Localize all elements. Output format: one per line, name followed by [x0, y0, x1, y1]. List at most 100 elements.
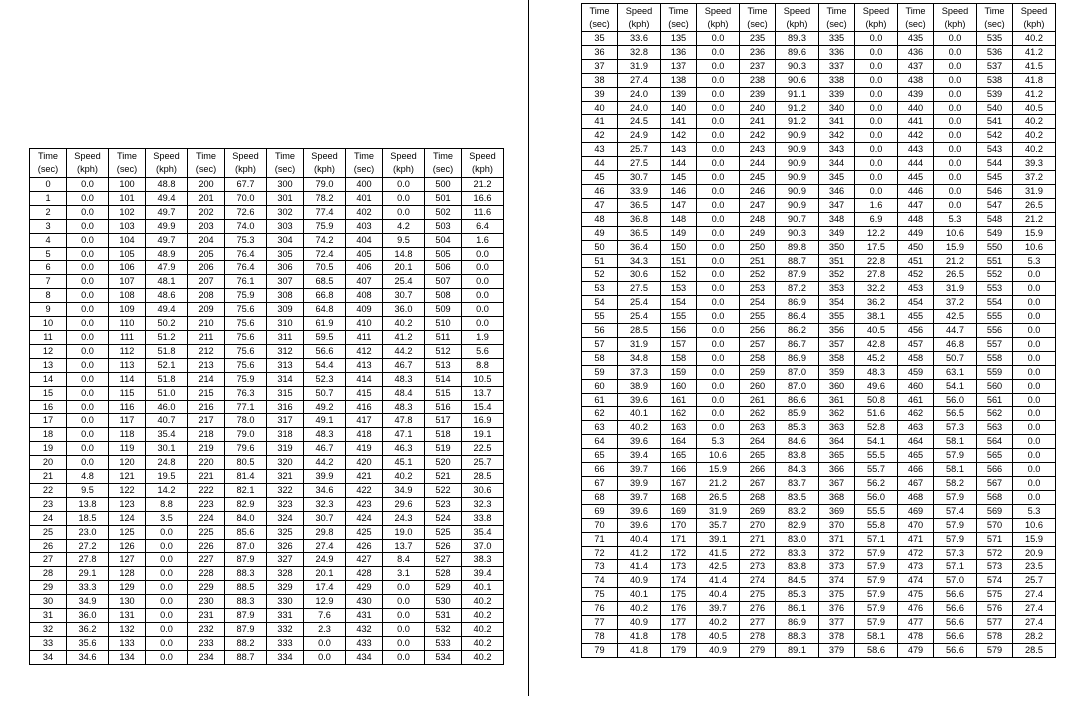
time-cell: 309 — [266, 302, 304, 318]
time-header-label: Time — [195, 151, 217, 161]
time-cell: 552 — [976, 267, 1013, 283]
table-row: 26 27.2 126 0.0 226 87.0 326 27.4 426 13.7 526 37.0 — [29, 538, 504, 554]
speed-cell: 1.9 — [461, 329, 504, 345]
time-cell: 8 — [29, 288, 67, 304]
time-cell: 502 — [424, 204, 462, 220]
speed-cell: 26.5 — [696, 489, 740, 505]
table-row: 48 36.8 148 0.0 248 90.7 348 6.9 448 5.3 548 21.2 — [581, 211, 1056, 227]
speed-cell: 90.6 — [775, 72, 819, 88]
time-cell: 66 — [581, 462, 618, 477]
time-cell: 76 — [581, 601, 618, 617]
speed-cell: 86.2 — [775, 323, 819, 338]
time-cell: 516 — [424, 399, 462, 415]
speed-cell: 23.0 — [66, 524, 109, 540]
speed-cell: 5.3 — [1012, 253, 1056, 269]
speed-cell: 0.0 — [854, 58, 898, 74]
time-cell: 356 — [818, 323, 855, 338]
speed-cell: 83.5 — [775, 489, 819, 505]
speed-cell: 86.9 — [775, 350, 819, 366]
speed-cell: 39.3 — [1012, 156, 1056, 172]
speed-cell: 76.3 — [224, 385, 267, 401]
time-cell: 321 — [266, 469, 304, 484]
speed-cell: 57.4 — [933, 503, 977, 519]
speed-cell: 0.0 — [696, 267, 740, 283]
speed-cell: 34.3 — [617, 253, 661, 269]
time-cell: 413 — [345, 357, 383, 373]
table-row: 0 0.0 100 48.8 200 67.7 300 79.0 400 0.0 500 21.2 — [29, 177, 504, 192]
time-header-unit: (sec) — [37, 164, 59, 174]
speed-cell: 57.3 — [933, 545, 977, 561]
speed-header-unit: (kph) — [786, 18, 808, 29]
speed-cell: 0.0 — [145, 566, 188, 582]
speed-cell: 49.6 — [854, 378, 898, 394]
time-cell: 70 — [581, 517, 618, 533]
speed-cell: 86.9 — [775, 295, 819, 311]
time-cell: 127 — [108, 552, 146, 568]
speed-cell: 27.5 — [617, 156, 661, 172]
time-cell: 265 — [739, 448, 776, 464]
time-cell: 526 — [424, 538, 462, 554]
speed-cell: 30.1 — [145, 441, 188, 457]
speed-cell: 42.5 — [933, 309, 977, 325]
speed-cell: 0.0 — [933, 183, 977, 199]
speed-cell: 41.8 — [617, 642, 661, 658]
time-cell: 364 — [818, 434, 855, 450]
speed-cell: 0.0 — [854, 128, 898, 144]
table-row: 20 0.0 120 24.8 220 80.5 320 44.2 420 45.1 520 25.7 — [29, 455, 504, 471]
time-cell: 448 — [897, 211, 934, 227]
time-cell: 312 — [266, 343, 304, 359]
time-cell: 438 — [897, 72, 934, 88]
speed-cell: 0.0 — [382, 204, 425, 220]
speed-cell: 83.2 — [775, 503, 819, 519]
time-header-label: Time — [37, 151, 59, 161]
speed-cell: 48.6 — [145, 288, 188, 304]
speed-cell: 0.0 — [696, 156, 740, 172]
time-cell: 26 — [29, 538, 67, 554]
table-row: 61 39.6 161 0.0 261 86.6 361 50.8 461 56.0 561 0.0 — [581, 392, 1056, 408]
table-row: 37 31.9 137 0.0 237 90.3 337 0.0 437 0.0 537 41.5 — [581, 58, 1056, 74]
time-cell: 562 — [976, 406, 1013, 422]
speed-cell: 0.0 — [696, 211, 740, 227]
time-cell: 242 — [739, 128, 776, 144]
speed-cell: 57.9 — [933, 517, 977, 533]
time-cell: 337 — [818, 58, 855, 74]
speed-cell: 0.0 — [1012, 476, 1056, 491]
speed-header: Speed (kph) — [66, 148, 109, 178]
speed-cell: 27.4 — [1012, 601, 1056, 617]
time-cell: 441 — [897, 114, 934, 130]
time-cell: 454 — [897, 295, 934, 311]
speed-cell: 56.5 — [933, 406, 977, 422]
time-cell: 171 — [660, 531, 697, 547]
time-cell: 68 — [581, 489, 618, 505]
time-cell: 457 — [897, 336, 934, 352]
speed-cell: 15.9 — [1012, 531, 1056, 547]
speed-cell: 3.5 — [145, 510, 188, 526]
speed-cell: 55.5 — [854, 448, 898, 464]
time-cell: 459 — [897, 364, 934, 380]
time-cell: 71 — [581, 531, 618, 547]
speed-cell: 90.9 — [775, 156, 819, 172]
time-cell: 575 — [976, 587, 1013, 603]
time-cell: 424 — [345, 510, 383, 526]
speed-cell: 90.9 — [775, 128, 819, 144]
speed-cell: 8.8 — [461, 357, 504, 373]
time-header: Time (sec) — [108, 148, 146, 178]
table-row: 55 25.4 155 0.0 255 86.4 355 38.1 455 42.5 555 0.0 — [581, 309, 1056, 325]
time-cell: 62 — [581, 406, 618, 422]
time-cell: 476 — [897, 601, 934, 617]
table-row: 15 0.0 115 51.0 215 76.3 315 50.7 415 48.4 515 13.7 — [29, 385, 504, 401]
speed-cell: 56.0 — [933, 392, 977, 408]
time-cell: 60 — [581, 378, 618, 394]
speed-cell: 34.8 — [617, 350, 661, 366]
speed-cell: 0.0 — [933, 100, 977, 116]
speed-cell: 56.6 — [933, 642, 977, 658]
time-cell: 149 — [660, 225, 697, 241]
speed-cell: 0.0 — [854, 170, 898, 185]
speed-cell: 21.2 — [933, 253, 977, 269]
time-cell: 367 — [818, 476, 855, 491]
time-cell: 520 — [424, 455, 462, 471]
speed-cell: 10.6 — [1012, 239, 1056, 255]
speed-cell: 0.0 — [461, 246, 504, 262]
speed-cell: 31.9 — [696, 503, 740, 519]
time-cell: 244 — [739, 156, 776, 172]
